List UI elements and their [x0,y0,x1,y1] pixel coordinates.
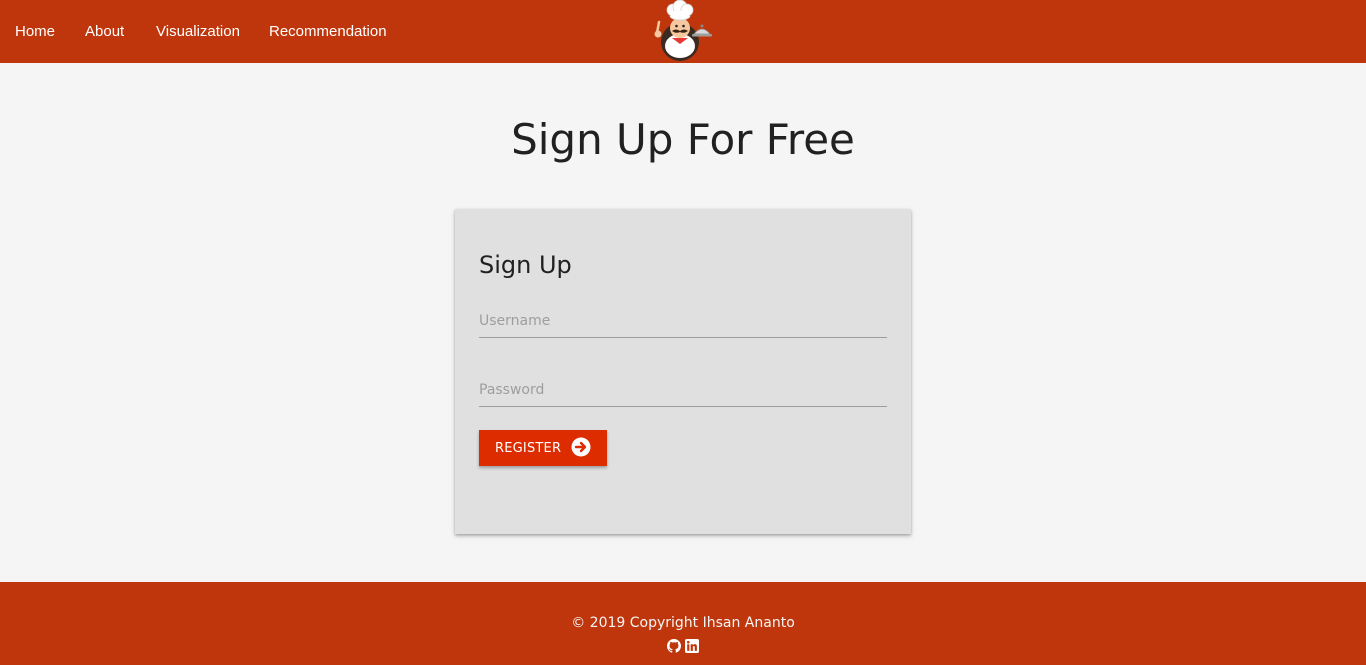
password-input[interactable] [479,374,887,407]
register-button[interactable]: REGISTER [479,430,607,466]
nav-link-about[interactable]: About [85,22,124,42]
copyright-text: © 2019 Copyright Ihsan Ananto [571,615,795,631]
chef-logo-icon[interactable] [650,0,714,62]
signup-card: Sign Up REGISTER [455,209,911,534]
github-icon[interactable] [667,638,681,653]
arrow-circle-right-icon [571,437,591,457]
nav-link-recommendation[interactable]: Recommendation [269,22,387,42]
card-title: Sign Up [479,251,572,279]
register-button-label: REGISTER [495,441,562,456]
nav-link-visualization[interactable]: Visualization [156,22,240,42]
linkedin-icon[interactable] [685,638,699,653]
nav-link-home[interactable]: Home [15,22,55,42]
navbar: Home About Visualization Recommendation [0,0,1366,63]
page-title: Sign Up For Free [511,115,855,164]
footer: © 2019 Copyright Ihsan Ananto [0,582,1366,665]
username-input[interactable] [479,305,887,338]
